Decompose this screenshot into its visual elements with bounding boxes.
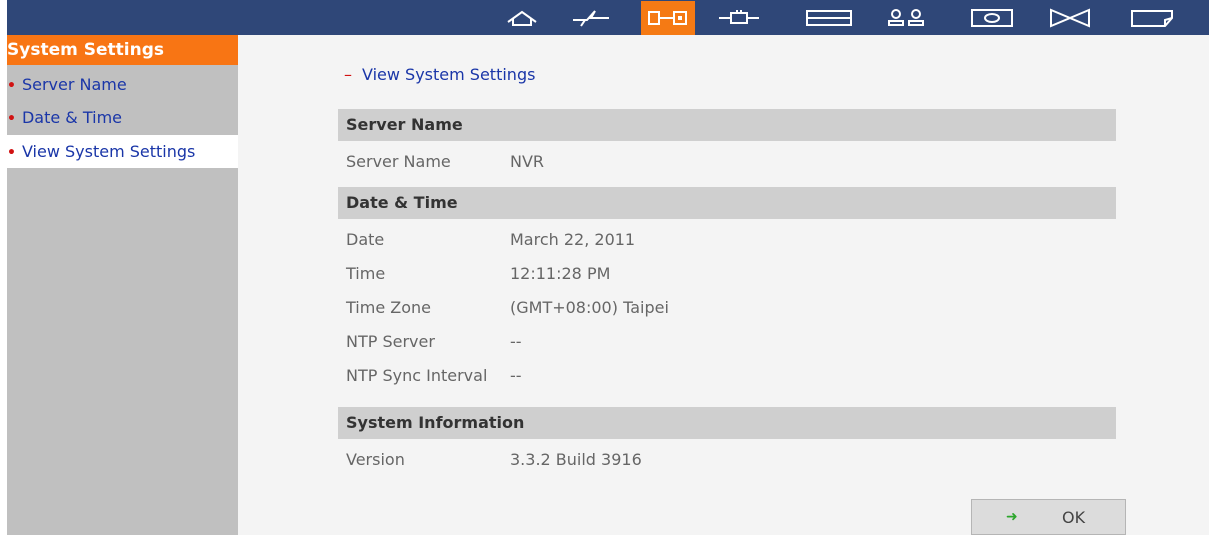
system-tools-icon[interactable] bbox=[1043, 5, 1097, 31]
sidebar: System Settings • Server Name • Date & Tim… bbox=[7, 35, 238, 535]
breadcrumb-label: View System Settings bbox=[362, 65, 536, 84]
info-row: Version 3.3.2 Build 3916 bbox=[338, 443, 1116, 476]
info-row: Time 12:11:28 PM bbox=[338, 257, 1116, 290]
info-row: Server Name NVR bbox=[338, 145, 1116, 178]
sidebar-item-label: View System Settings bbox=[21, 142, 196, 161]
sidebar-item-label: Server Name bbox=[21, 75, 127, 94]
row-value: -- bbox=[510, 332, 522, 351]
user-management-icon[interactable] bbox=[880, 5, 934, 31]
device-config-icon[interactable] bbox=[802, 5, 856, 31]
row-value: -- bbox=[510, 366, 522, 385]
sidebar-item-view-system-settings[interactable]: • View System Settings bbox=[7, 135, 238, 168]
row-label: Date bbox=[346, 230, 385, 249]
row-label: Time Zone bbox=[346, 298, 431, 317]
info-row: Time Zone (GMT+08:00) Taipei bbox=[338, 291, 1116, 324]
network-icon[interactable] bbox=[712, 5, 766, 31]
info-row: Date March 22, 2011 bbox=[338, 223, 1116, 256]
system-settings-icon[interactable] bbox=[641, 1, 695, 35]
row-label: Time bbox=[346, 264, 386, 283]
row-value: 3.3.2 Build 3916 bbox=[510, 450, 642, 469]
bullet-icon: • bbox=[7, 145, 16, 161]
bullet-icon: • bbox=[7, 78, 16, 94]
top-toolbar bbox=[7, 0, 1209, 35]
quick-config-icon[interactable] bbox=[564, 5, 618, 31]
bullet-icon: • bbox=[7, 111, 16, 127]
row-value: (GMT+08:00) Taipei bbox=[510, 298, 669, 317]
arrow-right-icon: ➜ bbox=[1006, 509, 1018, 525]
ok-button-label: OK bbox=[1062, 508, 1086, 527]
row-label: NTP Sync Interval bbox=[346, 366, 488, 385]
row-value: March 22, 2011 bbox=[510, 230, 636, 249]
info-row: NTP Sync Interval -- bbox=[338, 359, 1116, 392]
section-header-date-time: Date & Time bbox=[338, 187, 1116, 219]
section-header-system-information: System Information bbox=[338, 407, 1116, 439]
main-panel: – View System Settings Server Name Server… bbox=[238, 35, 1209, 535]
row-value: NVR bbox=[510, 152, 545, 171]
info-row: NTP Server -- bbox=[338, 325, 1116, 358]
logs-statistics-icon[interactable] bbox=[1125, 5, 1179, 31]
sidebar-header: System Settings bbox=[7, 35, 238, 65]
sidebar-item-label: Date & Time bbox=[21, 108, 122, 127]
home-icon[interactable] bbox=[495, 5, 549, 31]
row-value: 12:11:28 PM bbox=[510, 264, 611, 283]
breadcrumb: – View System Settings bbox=[344, 65, 535, 84]
row-label: NTP Server bbox=[346, 332, 435, 351]
sidebar-item-server-name[interactable]: • Server Name bbox=[7, 68, 238, 101]
section-header-server-name: Server Name bbox=[338, 109, 1116, 141]
sidebar-item-date-time[interactable]: • Date & Time bbox=[7, 101, 238, 134]
ok-button[interactable]: ➜ OK bbox=[971, 499, 1126, 535]
row-label: Version bbox=[346, 450, 405, 469]
row-label: Server Name bbox=[346, 152, 451, 171]
dash-icon: – bbox=[344, 65, 352, 84]
camera-settings-icon[interactable] bbox=[965, 5, 1019, 31]
